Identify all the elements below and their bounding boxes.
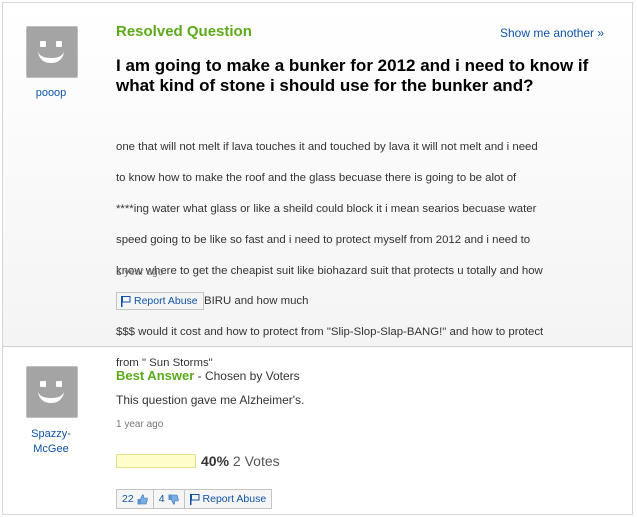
- vote-result: 40% 2 Votes: [201, 453, 280, 469]
- report-abuse-label: Report Abuse: [134, 295, 198, 307]
- avatar-mouth: [38, 51, 64, 63]
- answerer-name-line: McGee: [33, 443, 69, 455]
- vote-percent: 40%: [201, 453, 230, 469]
- question-timestamp: 1 year ago: [116, 267, 164, 278]
- flag-icon: [189, 493, 200, 505]
- vote-count: 2 Votes: [232, 453, 280, 469]
- best-answer-label: Best Answer: [116, 368, 195, 383]
- question-body-line: $$$ would it cost and how to protect fro…: [116, 326, 544, 339]
- question-title: I am going to make a bunker for 2012 and…: [116, 56, 589, 95]
- avatar-mouth: [38, 391, 64, 403]
- question-body: one that will not melt if lava touches i…: [116, 125, 616, 387]
- question-body-line: ****ing water what glass or like a sheil…: [116, 203, 537, 216]
- question-section: pooop Resolved Question Show me another …: [3, 3, 632, 369]
- flag-icon: [121, 295, 131, 307]
- question-body-line: speed going to be like so fast and i nee…: [116, 233, 531, 246]
- vote-percent-fill: [117, 455, 149, 467]
- thumbs-down-button[interactable]: 4: [154, 490, 185, 508]
- thumbs-up-button[interactable]: 22: [117, 490, 154, 508]
- answer-text: This question gave me Alzheimer's.: [116, 393, 305, 407]
- question-body-line: to know how to make the roof and the gla…: [116, 172, 517, 185]
- chosen-by-voters: - Chosen by Voters: [194, 369, 300, 383]
- vote-percent-bar: [116, 454, 196, 468]
- asker-name[interactable]: pooop: [13, 86, 89, 101]
- avatar-eye-left: [40, 381, 46, 387]
- avatar-eye-right: [56, 41, 62, 47]
- avatar-eye-right: [56, 381, 62, 387]
- avatar-eye-left: [40, 41, 46, 47]
- thumbs-up-count: 22: [122, 493, 134, 505]
- question-report-abuse-button[interactable]: Report Abuse: [116, 292, 204, 310]
- thumbs-up-icon: [137, 493, 148, 505]
- show-me-another-link[interactable]: Show me another »: [500, 26, 604, 40]
- thumbs-down-count: 4: [158, 493, 165, 505]
- rating-controls: 22 4 Report Abuse: [116, 489, 273, 509]
- resolved-question-heading: Resolved Question: [116, 23, 252, 40]
- qa-page: pooop Resolved Question Show me another …: [2, 2, 633, 515]
- thumbs-down-icon: [168, 494, 179, 505]
- answer-report-abuse-button[interactable]: Report Abuse: [185, 490, 272, 508]
- answer-timestamp: 1 year ago: [116, 419, 164, 430]
- asker-avatar[interactable]: [26, 26, 78, 78]
- section-divider: [3, 346, 632, 347]
- answerer-name-line: Spazzy-: [31, 428, 71, 440]
- report-abuse-label: Report Abuse: [202, 493, 267, 505]
- answerer-avatar[interactable]: [26, 366, 78, 418]
- answerer-name[interactable]: Spazzy- McGee: [13, 427, 89, 457]
- question-body-line: one that will not melt if lava touches i…: [116, 141, 538, 154]
- question-body-line: know where to get the cheapist suit like…: [116, 264, 543, 277]
- best-answer-heading: Best Answer - Chosen by Voters: [116, 368, 300, 383]
